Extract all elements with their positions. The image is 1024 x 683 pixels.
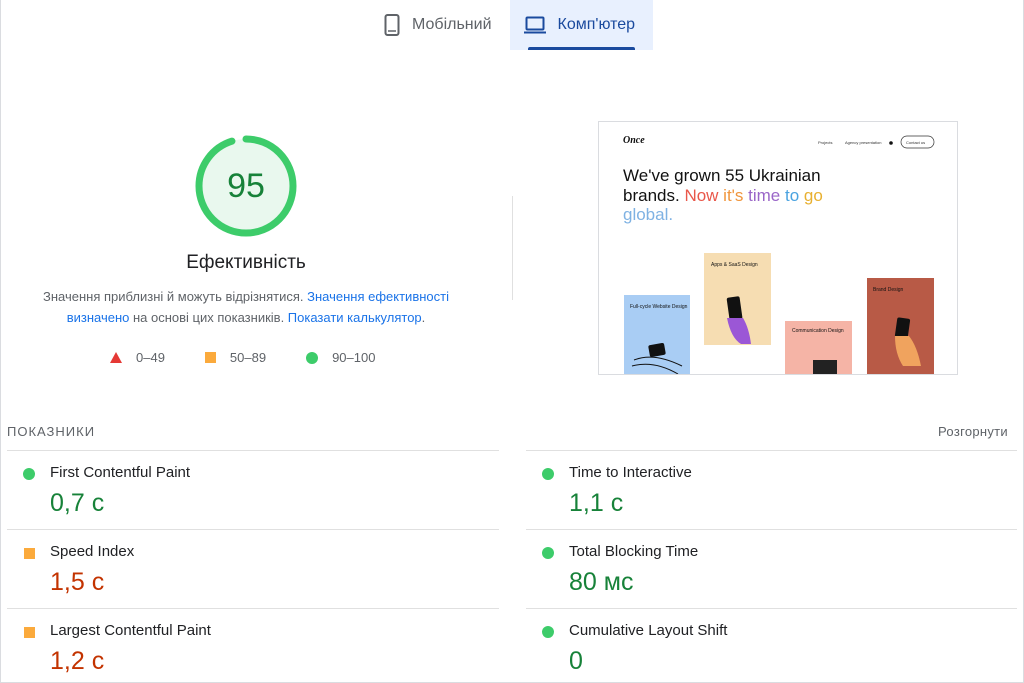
metric-value: 0,7 с bbox=[50, 489, 105, 517]
site-nav-dot bbox=[889, 141, 893, 145]
site-screenshot-image: Once Projects Agency presentation Contac… bbox=[599, 122, 957, 374]
site-card-apps-label: Apps & SaaS Design bbox=[711, 262, 758, 268]
site-logo: Once bbox=[623, 135, 645, 146]
metric-cls: Cumulative Layout Shift 0 bbox=[526, 608, 1017, 683]
tab-mobile[interactable]: Мобільний bbox=[370, 0, 510, 50]
smartphone-icon bbox=[384, 14, 400, 36]
description-text: Значення приблизні й можуть відрізнятися… bbox=[43, 289, 308, 304]
pass-circle-icon bbox=[542, 626, 554, 638]
performance-gauge: 95 bbox=[193, 133, 299, 239]
metric-value: 80 мс bbox=[569, 568, 634, 596]
metric-value: 0 bbox=[569, 647, 583, 675]
site-card-comm-art bbox=[813, 360, 837, 374]
site-card-web-label: Full-cycle Website Design bbox=[630, 304, 688, 310]
metric-value: 1,2 с bbox=[50, 647, 105, 675]
laptop-icon bbox=[523, 16, 546, 34]
site-card-brand-label: Brand Design bbox=[873, 287, 904, 293]
metric-label: Time to Interactive bbox=[569, 464, 692, 481]
site-headline-2: brands. Now it's time to go bbox=[623, 186, 823, 205]
divider bbox=[512, 196, 513, 300]
metric-value: 1,1 с bbox=[569, 489, 624, 517]
metric-label: First Contentful Paint bbox=[50, 464, 191, 481]
metric-label: Total Blocking Time bbox=[569, 543, 699, 560]
device-tabs: Мобільний Комп'ютер bbox=[370, 0, 654, 50]
pass-circle-icon bbox=[542, 547, 554, 559]
metric-label: Speed Index bbox=[50, 543, 135, 560]
average-square-icon bbox=[24, 627, 35, 638]
site-cta-label: Contact us bbox=[906, 140, 925, 145]
metric-speed-index: Speed Index 1,5 с bbox=[7, 529, 499, 608]
metric-label: Cumulative Layout Shift bbox=[569, 622, 728, 639]
average-square-icon bbox=[24, 548, 35, 559]
tab-desktop[interactable]: Комп'ютер bbox=[509, 0, 654, 50]
site-card-comm-label: Communication Design bbox=[792, 328, 844, 334]
metric-value: 1,5 с bbox=[50, 568, 105, 596]
expand-metrics-button[interactable]: Розгорнути bbox=[938, 424, 1008, 439]
metric-tti: Time to Interactive 1,1 с bbox=[526, 450, 1017, 529]
tab-desktop-label: Комп'ютер bbox=[557, 16, 636, 33]
pass-circle-icon bbox=[542, 468, 554, 480]
metric-fcp: First Contentful Paint 0,7 с bbox=[7, 450, 499, 529]
site-headline-1: We've grown 55 Ukrainian bbox=[623, 166, 821, 185]
metrics-heading: ПОКАЗНИКИ bbox=[7, 424, 96, 439]
legend-range: 90–100 bbox=[332, 350, 376, 365]
site-card-brand-art bbox=[894, 317, 911, 339]
metric-label: Largest Contentful Paint bbox=[50, 622, 211, 639]
tab-mobile-label: Мобільний bbox=[412, 16, 492, 33]
legend-item-fail: 0–49 bbox=[110, 350, 165, 365]
description-text-2: на основі цих показників. bbox=[129, 310, 288, 325]
final-screenshot[interactable]: Once Projects Agency presentation Contac… bbox=[598, 121, 958, 375]
legend-range: 0–49 bbox=[136, 350, 165, 365]
site-nav-projects: Projects bbox=[818, 140, 832, 145]
score-description: Значення приблизні й можуть відрізнятися… bbox=[30, 286, 462, 328]
pass-circle-icon bbox=[23, 468, 35, 480]
performance-title: Ефективність bbox=[186, 252, 306, 273]
site-headline-3: global. bbox=[623, 205, 673, 224]
legend-range: 50–89 bbox=[229, 350, 267, 365]
triangle-icon bbox=[110, 352, 122, 363]
metric-tbt: Total Blocking Time 80 мс bbox=[526, 529, 1017, 608]
site-nav-agency: Agency presentation bbox=[845, 140, 881, 145]
metric-lcp: Largest Contentful Paint 1,2 с bbox=[7, 608, 499, 683]
description-text-3: . bbox=[421, 310, 426, 325]
performance-score: 95 bbox=[227, 166, 265, 205]
show-calculator-link[interactable]: Показати калькулятор bbox=[288, 310, 422, 325]
circle-icon bbox=[306, 351, 319, 364]
square-icon bbox=[204, 352, 216, 363]
legend-item-average: 50–89 bbox=[204, 350, 267, 365]
score-legend: 0–49 50–89 90–100 bbox=[110, 350, 415, 365]
legend-item-pass: 90–100 bbox=[306, 350, 375, 365]
